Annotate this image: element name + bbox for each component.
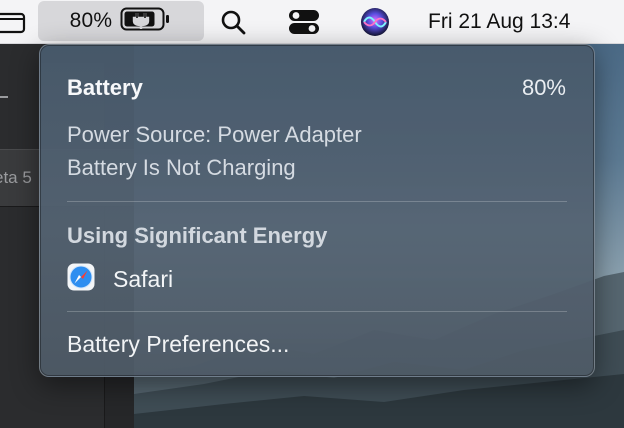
battery-menu-percent: 80% (521, 75, 566, 100)
siri-icon[interactable] (358, 0, 392, 43)
menu-divider (67, 311, 567, 312)
energy-app-name: Safari (113, 265, 174, 292)
window-menu-icon[interactable] (0, 0, 30, 43)
battery-menu-title: Battery (67, 75, 143, 100)
battery-preferences-item[interactable]: Battery Preferences... (67, 331, 289, 358)
energy-app-item-safari[interactable]: Safari (67, 261, 173, 297)
charging-status-label: Battery Is Not Charging (67, 155, 296, 180)
background-tab-label: eta 5 (0, 168, 32, 187)
power-source-label: Power Source: Power Adapter (67, 122, 362, 147)
control-center-icon[interactable] (286, 0, 322, 43)
safari-icon (67, 263, 95, 296)
battery-status-button[interactable]: 80% (38, 1, 204, 41)
menu-bar: 80% Fri 21 Aug 13:4 (0, 0, 624, 44)
menu-divider (67, 201, 567, 202)
menu-bar-clock[interactable]: Fri 21 Aug 13:4 (428, 0, 570, 43)
battery-menu-popover: Battery 80% Power Source: Power Adapter … (39, 44, 595, 377)
battery-percent-label: 80% (69, 9, 113, 32)
spotlight-search-icon[interactable] (218, 0, 248, 43)
energy-section-heading: Using Significant Energy (67, 223, 328, 248)
minimize-dash (0, 96, 8, 98)
battery-charging-icon (120, 6, 172, 37)
